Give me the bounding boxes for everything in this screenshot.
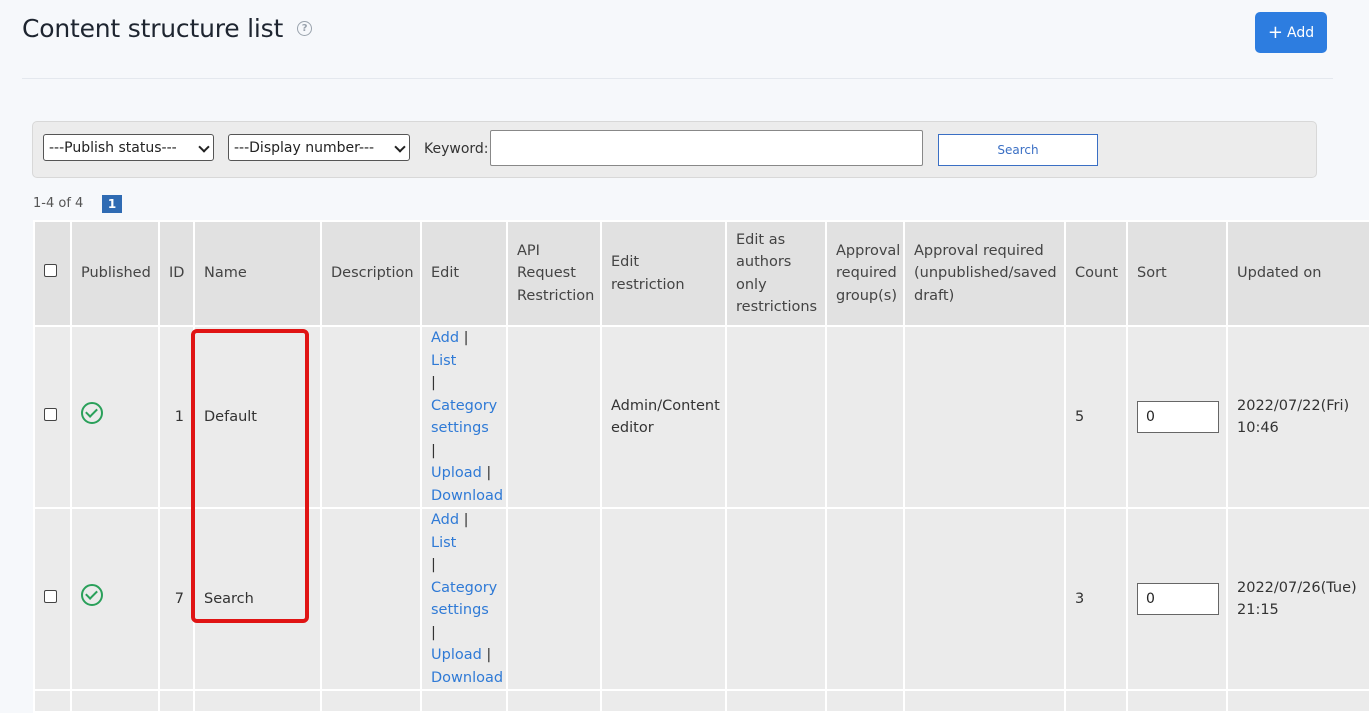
upload-link[interactable]: Upload: [431, 465, 482, 481]
updated-date: 2022/07/26(Tue): [1237, 579, 1357, 596]
col-count: Count: [1064, 220, 1128, 327]
table-header-row: Published ID Name Description Edit API R…: [33, 220, 1369, 327]
list-link[interactable]: List: [431, 535, 456, 551]
page-title: Content structure list: [22, 14, 284, 43]
col-description: Description: [320, 220, 422, 327]
description-cell: [320, 325, 422, 509]
col-published: Published: [70, 220, 160, 327]
updated-date: 2022/07/22(Fri): [1237, 397, 1350, 414]
category-settings-link[interactable]: Category settings: [431, 398, 497, 437]
chevron-down-icon: [394, 141, 406, 153]
updated-time: 21:15: [1237, 602, 1279, 618]
download-link[interactable]: Download: [431, 670, 503, 686]
select-all-cell: [33, 220, 72, 327]
name-link[interactable]: Search: [193, 507, 322, 691]
chevron-down-icon: [198, 141, 210, 153]
add-link[interactable]: Add: [431, 330, 459, 346]
add-button-label: Add: [1286, 24, 1315, 41]
col-edit-authors-only: Edit as authors only restrictions: [725, 220, 827, 327]
filter-panel: ---Publish status--- ---Display number--…: [32, 121, 1317, 178]
col-updated-sort-link[interactable]: Updated on: [1226, 220, 1369, 327]
col-sort-sort-link[interactable]: Sort: [1126, 220, 1228, 327]
content-structure-table: Published ID Name Description Edit API R…: [33, 220, 1369, 713]
sort-input[interactable]: 0: [1137, 401, 1219, 433]
sort-cell: 0: [1126, 507, 1228, 691]
updated-time: 10:46: [1237, 420, 1279, 436]
sort-cell: 0: [1126, 325, 1228, 509]
count-cell: 3: [1064, 507, 1128, 691]
row-checkbox[interactable]: [44, 589, 57, 603]
publish-status-select[interactable]: ---Publish status---: [43, 134, 214, 161]
col-edit-restriction: Edit restriction: [600, 220, 727, 327]
approval-group-cell: [825, 325, 905, 509]
upload-link[interactable]: Upload: [431, 647, 482, 663]
row-checkbox-cell: [33, 325, 72, 509]
plus-icon: +: [1267, 21, 1283, 43]
header-divider: [22, 78, 1333, 79]
add-button[interactable]: + Add: [1255, 12, 1327, 53]
table-row: 1 Default Add | List | Category settings |…: [33, 325, 1369, 509]
api-restriction-cell: [506, 325, 602, 509]
add-link[interactable]: Add: [431, 512, 459, 528]
count-cell: 5: [1064, 325, 1128, 509]
published-check-icon: [81, 584, 103, 607]
description-cell: [320, 507, 422, 691]
api-restriction-cell: [506, 507, 602, 691]
keyword-label: Keyword:: [424, 141, 489, 157]
approval-required-cell: [903, 325, 1066, 509]
help-icon[interactable]: ?: [297, 21, 313, 36]
id-cell: 7: [158, 507, 195, 691]
table-row-partial: [33, 689, 1369, 713]
row-checkbox-cell: [33, 507, 72, 691]
page-1-link[interactable]: 1: [102, 195, 122, 213]
approval-required-cell: [903, 507, 1066, 691]
table-row: 7 Search Add | List | Category settings | U…: [33, 507, 1369, 691]
edit-authors-cell: [725, 507, 827, 691]
id-cell: 1: [158, 325, 195, 509]
col-api-restriction: API Request Restriction: [506, 220, 602, 327]
publish-status-value: ---Publish status---: [49, 139, 177, 156]
display-number-select[interactable]: ---Display number---: [228, 134, 410, 161]
search-button[interactable]: Search: [938, 134, 1098, 166]
col-edit: Edit: [420, 220, 508, 327]
published-cell: [70, 507, 160, 691]
display-number-value: ---Display number---: [234, 139, 375, 156]
published-check-icon: [81, 402, 103, 425]
sort-input[interactable]: 0: [1137, 583, 1219, 615]
col-name-sort-link[interactable]: Name: [193, 220, 322, 327]
title-row: Content structure list ?: [22, 14, 313, 43]
category-settings-link[interactable]: Category settings: [431, 580, 497, 619]
download-link[interactable]: Download: [431, 488, 503, 504]
list-link[interactable]: List: [431, 353, 456, 369]
select-all-checkbox[interactable]: [44, 264, 57, 278]
col-id-sort-link[interactable]: ID: [158, 220, 195, 327]
edit-restriction-cell: [600, 507, 727, 691]
updated-cell: 2022/07/22(Fri) 10:46: [1226, 325, 1369, 509]
edit-restriction-cell: Admin/Content editor: [600, 325, 727, 509]
edit-links-cell: Add | List | Category settings | Upload | Do…: [420, 507, 508, 691]
edit-authors-cell: [725, 325, 827, 509]
row-checkbox[interactable]: [44, 407, 57, 421]
updated-cell: 2022/07/26(Tue) 21:15: [1226, 507, 1369, 691]
name-link[interactable]: Default: [193, 325, 322, 509]
col-approval-group: Approval required group(s): [825, 220, 905, 327]
result-count: 1-4 of 4: [33, 196, 84, 211]
published-cell: [70, 325, 160, 509]
edit-links-cell: Add | List | Category settings | Upload | Do…: [420, 325, 508, 509]
keyword-input[interactable]: [490, 130, 923, 166]
approval-group-cell: [825, 507, 905, 691]
col-approval-required: Approval required (unpublished/saved dra…: [903, 220, 1066, 327]
